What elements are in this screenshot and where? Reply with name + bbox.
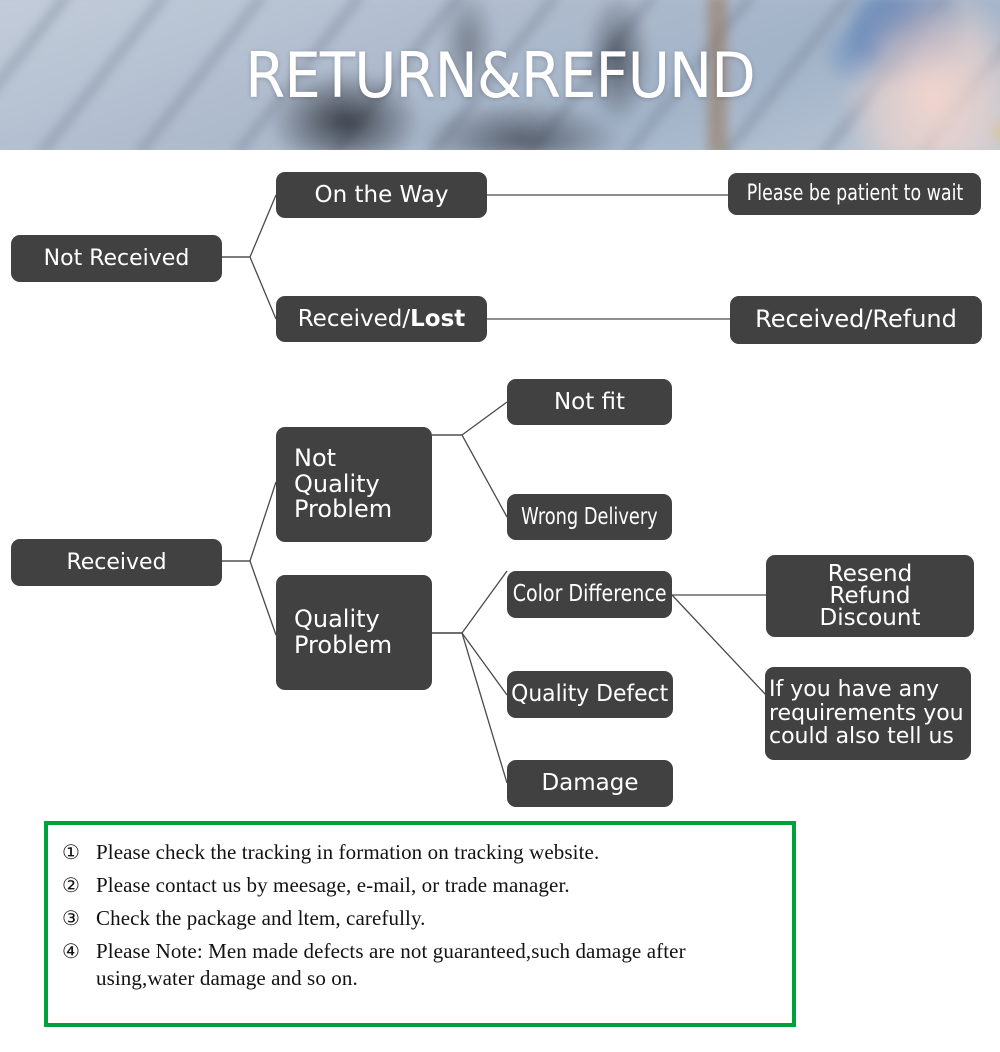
node-received-refund-label: Received/Refund: [755, 305, 957, 334]
node-received-lost-label: Received/Lost: [297, 305, 466, 332]
note-marker-3: ③: [62, 906, 80, 930]
node-not-received-label: Not Received: [43, 245, 190, 271]
note-item: ② Please contact us by meesage, e-mail, …: [62, 872, 776, 899]
node-not-received[interactable]: Not Received: [11, 235, 222, 282]
notes-box: ① Please check the tracking in formation…: [44, 821, 796, 1027]
node-color-difference-label: Color Difference: [512, 581, 667, 608]
return-refund-page: RETURN&REFUND Not Received Received On t…: [0, 0, 1000, 1052]
note-item: ① Please check the tracking in formation…: [62, 839, 776, 866]
edge-received-notquality: [222, 560, 277, 636]
node-quality-problem[interactable]: Quality Problem: [276, 575, 432, 690]
edge-notreceived-ontheway: [222, 194, 277, 258]
node-please-be-patient[interactable]: Please be patient to wait: [728, 173, 981, 215]
note-marker-2: ②: [62, 873, 80, 897]
node-please-be-patient-label: Please be patient to wait: [746, 181, 963, 207]
node-damage-label: Damage: [541, 770, 639, 797]
node-resend-refund-discount[interactable]: Resend Refund Discount: [766, 555, 974, 637]
node-received-lost-prefix: Received/: [297, 305, 411, 332]
edge-colordiff-requirements: [671, 594, 767, 696]
node-received-lost[interactable]: Received/Lost: [276, 296, 487, 342]
node-wrong-delivery[interactable]: Wrong Delivery: [507, 494, 672, 540]
flowchart: Not Received Received On the Way Receive…: [0, 150, 1000, 820]
edge-quality-qualitydefect: [432, 632, 508, 696]
edge-notquality-notfit: [432, 401, 508, 436]
node-on-the-way[interactable]: On the Way: [276, 172, 487, 218]
edge-quality-damage: [432, 632, 508, 784]
node-color-difference[interactable]: Color Difference: [507, 571, 672, 618]
header-banner: RETURN&REFUND: [0, 0, 1000, 150]
node-received[interactable]: Received: [11, 539, 222, 586]
node-if-you-have-any-requirements-label: If you have any requirements you could a…: [769, 676, 964, 750]
edge-notreceived-receivedlost: [222, 256, 277, 320]
page-title: RETURN&REFUND: [245, 38, 755, 112]
node-not-fit[interactable]: Not fit: [507, 379, 672, 425]
note-text-1: Please check the tracking in formation o…: [96, 840, 600, 864]
node-quality-defect[interactable]: Quality Defect: [507, 671, 673, 718]
node-received-lost-emphasis: Lost: [410, 305, 466, 332]
note-text-3: Check the package and ltem, carefully.: [96, 906, 426, 930]
node-quality-defect-label: Quality Defect: [511, 681, 669, 708]
edge-quality-colordifference: [432, 570, 508, 634]
note-item: ③ Check the package and ltem, carefully.: [62, 905, 776, 932]
edge-received-quality: [222, 481, 277, 562]
edge-notquality-wrongdelivery: [432, 434, 508, 518]
node-on-the-way-label: On the Way: [314, 181, 449, 208]
note-item: ④ Please Note: Men made defects are not …: [62, 938, 776, 992]
node-resend-refund-discount-label: Resend Refund Discount: [819, 560, 921, 632]
node-received-label: Received: [66, 549, 167, 575]
node-damage[interactable]: Damage: [507, 760, 673, 807]
note-text-2: Please contact us by meesage, e-mail, or…: [96, 873, 570, 897]
node-received-refund[interactable]: Received/Refund: [730, 296, 982, 344]
note-text-4: Please Note: Men made defects are not gu…: [96, 939, 686, 990]
node-not-fit-label: Not fit: [553, 388, 626, 415]
node-wrong-delivery-label: Wrong Delivery: [521, 503, 658, 530]
note-marker-1: ①: [62, 840, 80, 864]
node-if-you-have-any-requirements[interactable]: If you have any requirements you could a…: [765, 667, 971, 760]
node-not-quality-problem[interactable]: Not Quality Problem: [276, 427, 432, 542]
node-not-quality-problem-label: Not Quality Problem: [294, 443, 393, 524]
node-quality-problem-label: Quality Problem: [294, 604, 393, 659]
note-marker-4: ④: [62, 939, 80, 963]
